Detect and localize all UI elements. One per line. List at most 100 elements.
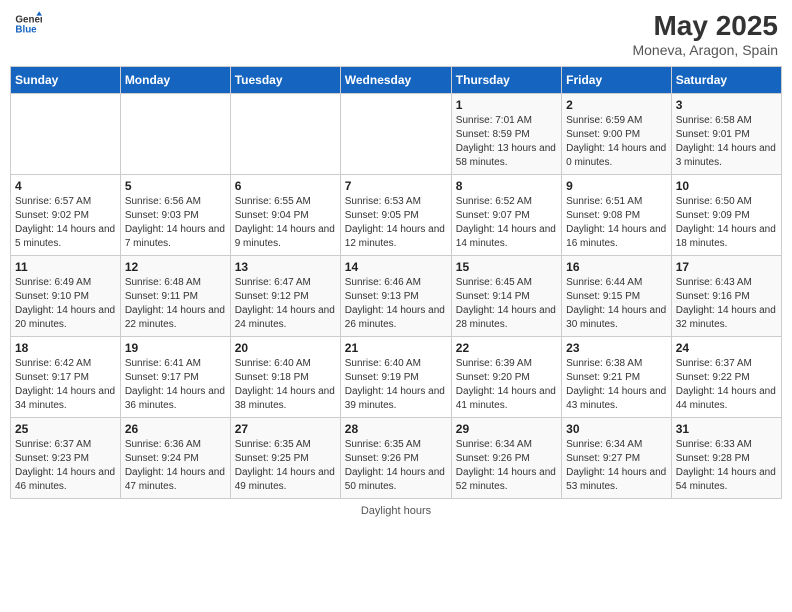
day-cell: 29 Sunrise: 6:34 AM Sunset: 9:26 PM Dayli… <box>451 418 561 499</box>
day-cell: 1Sunrise: 7:01 AM Sunset: 8:59 PM Daylig… <box>451 94 561 175</box>
day-number: 5 <box>125 179 226 193</box>
day-number: 28 <box>345 422 447 436</box>
header-row: SundayMondayTuesdayWednesdayThursdayFrid… <box>11 67 782 94</box>
day-number: 24 <box>676 341 777 355</box>
day-number: 23 <box>566 341 667 355</box>
day-cell <box>230 94 340 175</box>
day-info: Sunrise: 6:46 AM Sunset: 9:13 PM Dayligh… <box>345 276 447 332</box>
column-header-saturday: Saturday <box>671 67 781 94</box>
day-info: Sunrise: 6:35 AM Sunset: 9:26 PM Dayligh… <box>345 438 447 494</box>
day-info: Sunrise: 6:35 AM Sunset: 9:25 PM Dayligh… <box>235 438 336 494</box>
day-cell: 15Sunrise: 6:45 AM Sunset: 9:14 PM Dayli… <box>451 256 561 337</box>
day-cell: 16 Sunrise: 6:44 AM Sunset: 9:15 PM Dayli… <box>562 256 672 337</box>
day-info: Sunrise: 6:47 AM Sunset: 9:12 PM Dayligh… <box>235 276 336 332</box>
page-header: General Blue May 2025 Moneva, Aragon, Sp… <box>10 10 782 58</box>
day-number: 21 <box>345 341 447 355</box>
week-row-5: 25 Sunrise: 6:37 AM Sunset: 9:23 PM Dayli… <box>11 418 782 499</box>
day-number: 29 <box>456 422 557 436</box>
day-cell: 11 Sunrise: 6:49 AM Sunset: 9:10 PM Dayli… <box>11 256 121 337</box>
day-info: Sunrise: 6:34 AM Sunset: 9:27 PM Dayligh… <box>566 438 667 494</box>
day-info: Sunrise: 6:37 AM Sunset: 9:22 PM Dayligh… <box>676 357 777 413</box>
day-cell: 10Sunrise: 6:50 AM Sunset: 9:09 PM Dayli… <box>671 175 781 256</box>
column-header-sunday: Sunday <box>11 67 121 94</box>
day-info: Sunrise: 6:40 AM Sunset: 9:19 PM Dayligh… <box>345 357 447 413</box>
calendar-table: SundayMondayTuesdayWednesdayThursdayFrid… <box>10 66 782 499</box>
day-cell: 28 Sunrise: 6:35 AM Sunset: 9:26 PM Dayli… <box>340 418 451 499</box>
day-cell: 20Sunrise: 6:40 AM Sunset: 9:18 PM Dayli… <box>230 337 340 418</box>
day-info: Sunrise: 6:44 AM Sunset: 9:15 PM Dayligh… <box>566 276 667 332</box>
day-info: Sunrise: 6:38 AM Sunset: 9:21 PM Dayligh… <box>566 357 667 413</box>
day-number: 18 <box>15 341 116 355</box>
day-info: Sunrise: 6:51 AM Sunset: 9:08 PM Dayligh… <box>566 195 667 251</box>
day-cell: 5 Sunrise: 6:56 AM Sunset: 9:03 PM Daylig… <box>120 175 230 256</box>
day-info: Sunrise: 7:01 AM Sunset: 8:59 PM Dayligh… <box>456 114 557 170</box>
day-number: 11 <box>15 260 116 274</box>
day-info: Sunrise: 6:36 AM Sunset: 9:24 PM Dayligh… <box>125 438 226 494</box>
day-info: Sunrise: 6:37 AM Sunset: 9:23 PM Dayligh… <box>15 438 116 494</box>
week-row-4: 18 Sunrise: 6:42 AM Sunset: 9:17 PM Dayli… <box>11 337 782 418</box>
day-number: 27 <box>235 422 336 436</box>
week-row-3: 11 Sunrise: 6:49 AM Sunset: 9:10 PM Dayli… <box>11 256 782 337</box>
day-cell: 7Sunrise: 6:53 AM Sunset: 9:05 PM Daylig… <box>340 175 451 256</box>
day-cell: 31Sunrise: 6:33 AM Sunset: 9:28 PM Dayli… <box>671 418 781 499</box>
day-number: 19 <box>125 341 226 355</box>
week-row-2: 4 Sunrise: 6:57 AM Sunset: 9:02 PM Daylig… <box>11 175 782 256</box>
day-number: 17 <box>676 260 777 274</box>
day-cell: 9 Sunrise: 6:51 AM Sunset: 9:08 PM Daylig… <box>562 175 672 256</box>
day-cell: 25 Sunrise: 6:37 AM Sunset: 9:23 PM Dayli… <box>11 418 121 499</box>
day-cell: 21 Sunrise: 6:40 AM Sunset: 9:19 PM Dayli… <box>340 337 451 418</box>
day-number: 16 <box>566 260 667 274</box>
day-number: 8 <box>456 179 557 193</box>
column-header-thursday: Thursday <box>451 67 561 94</box>
day-number: 3 <box>676 98 777 112</box>
logo: General Blue <box>14 10 42 38</box>
day-cell: 14 Sunrise: 6:46 AM Sunset: 9:13 PM Dayli… <box>340 256 451 337</box>
day-info: Sunrise: 6:39 AM Sunset: 9:20 PM Dayligh… <box>456 357 557 413</box>
day-cell: 4 Sunrise: 6:57 AM Sunset: 9:02 PM Daylig… <box>11 175 121 256</box>
day-cell <box>340 94 451 175</box>
day-cell: 30 Sunrise: 6:34 AM Sunset: 9:27 PM Dayli… <box>562 418 672 499</box>
day-number: 25 <box>15 422 116 436</box>
day-number: 26 <box>125 422 226 436</box>
month-title: May 2025 <box>632 10 778 42</box>
day-cell: 24 Sunrise: 6:37 AM Sunset: 9:22 PM Dayli… <box>671 337 781 418</box>
logo-icon: General Blue <box>14 10 42 38</box>
day-number: 22 <box>456 341 557 355</box>
day-info: Sunrise: 6:42 AM Sunset: 9:17 PM Dayligh… <box>15 357 116 413</box>
day-cell: 8 Sunrise: 6:52 AM Sunset: 9:07 PM Daylig… <box>451 175 561 256</box>
day-number: 4 <box>15 179 116 193</box>
svg-text:Blue: Blue <box>15 24 37 35</box>
day-number: 12 <box>125 260 226 274</box>
day-info: Sunrise: 6:56 AM Sunset: 9:03 PM Dayligh… <box>125 195 226 251</box>
day-cell: 26 Sunrise: 6:36 AM Sunset: 9:24 PM Dayli… <box>120 418 230 499</box>
day-cell <box>120 94 230 175</box>
column-header-friday: Friday <box>562 67 672 94</box>
day-info: Sunrise: 6:48 AM Sunset: 9:11 PM Dayligh… <box>125 276 226 332</box>
day-info: Sunrise: 6:34 AM Sunset: 9:26 PM Dayligh… <box>456 438 557 494</box>
day-cell: 18 Sunrise: 6:42 AM Sunset: 9:17 PM Dayli… <box>11 337 121 418</box>
day-cell: 2 Sunrise: 6:59 AM Sunset: 9:00 PM Daylig… <box>562 94 672 175</box>
day-number: 15 <box>456 260 557 274</box>
day-info: Sunrise: 6:49 AM Sunset: 9:10 PM Dayligh… <box>15 276 116 332</box>
day-info: Sunrise: 6:57 AM Sunset: 9:02 PM Dayligh… <box>15 195 116 251</box>
day-cell: 13 Sunrise: 6:47 AM Sunset: 9:12 PM Dayli… <box>230 256 340 337</box>
day-cell: 19Sunrise: 6:41 AM Sunset: 9:17 PM Dayli… <box>120 337 230 418</box>
column-header-tuesday: Tuesday <box>230 67 340 94</box>
location-title: Moneva, Aragon, Spain <box>632 42 778 58</box>
day-number: 30 <box>566 422 667 436</box>
day-number: 9 <box>566 179 667 193</box>
day-cell: 22 Sunrise: 6:39 AM Sunset: 9:20 PM Dayli… <box>451 337 561 418</box>
day-info: Sunrise: 6:59 AM Sunset: 9:00 PM Dayligh… <box>566 114 667 170</box>
week-row-1: 1Sunrise: 7:01 AM Sunset: 8:59 PM Daylig… <box>11 94 782 175</box>
day-cell: 3Sunrise: 6:58 AM Sunset: 9:01 PM Daylig… <box>671 94 781 175</box>
day-info: Sunrise: 6:52 AM Sunset: 9:07 PM Dayligh… <box>456 195 557 251</box>
day-cell: 6Sunrise: 6:55 AM Sunset: 9:04 PM Daylig… <box>230 175 340 256</box>
day-cell: 23 Sunrise: 6:38 AM Sunset: 9:21 PM Dayli… <box>562 337 672 418</box>
day-cell: 12 Sunrise: 6:48 AM Sunset: 9:11 PM Dayli… <box>120 256 230 337</box>
day-number: 13 <box>235 260 336 274</box>
day-number: 2 <box>566 98 667 112</box>
day-cell: 17Sunrise: 6:43 AM Sunset: 9:16 PM Dayli… <box>671 256 781 337</box>
column-header-wednesday: Wednesday <box>340 67 451 94</box>
day-number: 14 <box>345 260 447 274</box>
title-area: May 2025 Moneva, Aragon, Spain <box>632 10 778 58</box>
